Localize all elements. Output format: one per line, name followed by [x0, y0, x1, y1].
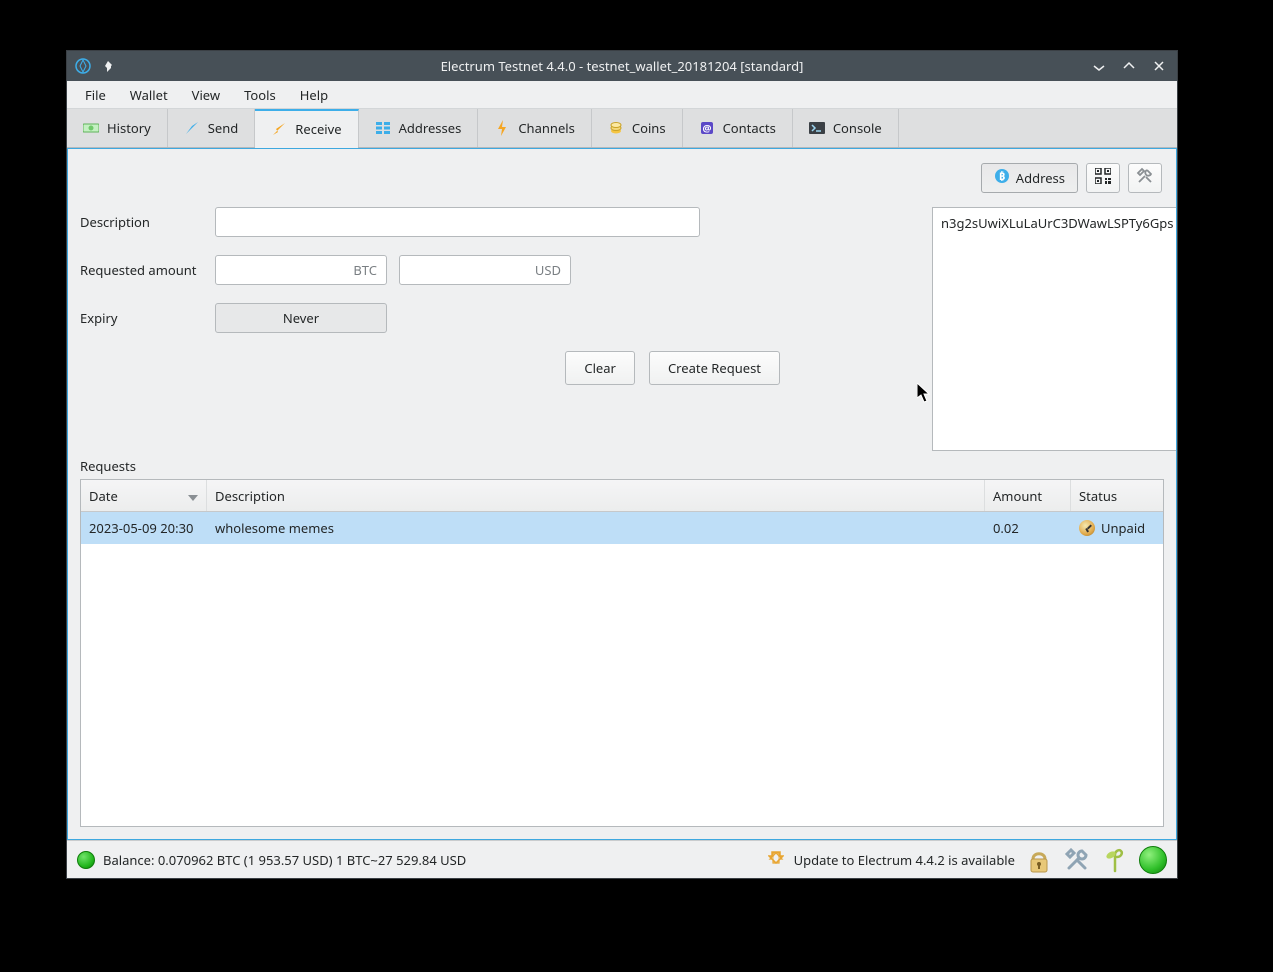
statusbar: Balance: 0.070962 BTC (1 953.57 USD) 1 B…: [67, 840, 1177, 878]
bitcoin-icon: ₿: [994, 168, 1010, 188]
balance-text: Balance: 0.070962 BTC (1 953.57 USD) 1 B…: [103, 851, 466, 869]
update-text[interactable]: Update to Electrum 4.4.2 is available: [794, 851, 1015, 869]
clear-button[interactable]: Clear: [565, 351, 635, 385]
expiry-label: Expiry: [80, 309, 215, 327]
window-title: Electrum Testnet 4.4.0 - testnet_wallet_…: [67, 57, 1177, 75]
tools-icon: [1136, 167, 1154, 189]
requested-amount-label: Requested amount: [80, 261, 215, 279]
maximize-button[interactable]: [1121, 58, 1137, 74]
tab-label: Contacts: [723, 119, 776, 137]
menubar: File Wallet View Tools Help: [67, 81, 1177, 109]
qr-icon: [1095, 168, 1111, 188]
console-icon: [809, 120, 825, 136]
amount-btc-input[interactable]: [215, 255, 387, 285]
app-icon: [75, 58, 91, 74]
description-label: Description: [80, 213, 215, 231]
address-display[interactable]: n3g2sUwiXLuLaUrC3DWawLSPTy6Gps: [932, 207, 1176, 451]
tab-label: Coins: [632, 119, 666, 137]
close-button[interactable]: [1151, 58, 1167, 74]
network-led-icon[interactable]: [1139, 846, 1167, 874]
table-row[interactable]: 2023-05-09 20:30 wholesome memes 0.02 Un…: [81, 512, 1163, 544]
tab-receive[interactable]: Receive: [255, 109, 358, 147]
addresses-icon: [375, 120, 391, 136]
channels-icon: [494, 120, 510, 136]
sort-icon: [188, 487, 198, 505]
amount-usd-input[interactable]: [399, 255, 571, 285]
th-amount[interactable]: Amount: [985, 480, 1071, 511]
expiry-dropdown[interactable]: Never: [215, 303, 387, 333]
menu-file[interactable]: File: [73, 82, 118, 108]
connection-led-icon[interactable]: [77, 851, 95, 869]
contacts-icon: @: [699, 120, 715, 136]
coins-icon: [608, 120, 624, 136]
requests-table: Date Description Amount Status 2023-05-0…: [80, 479, 1164, 827]
th-status[interactable]: Status: [1071, 480, 1163, 511]
pin-icon[interactable]: [101, 58, 117, 74]
uri-tools-button[interactable]: [1128, 163, 1162, 193]
tab-console[interactable]: Console: [793, 109, 899, 147]
menu-view[interactable]: View: [180, 82, 232, 108]
tab-label: Receive: [295, 120, 341, 138]
th-description[interactable]: Description: [207, 480, 985, 511]
th-date[interactable]: Date: [81, 480, 207, 511]
update-icon: [768, 850, 784, 870]
address-toggle-button[interactable]: ₿ Address: [981, 163, 1078, 193]
tab-coins[interactable]: Coins: [592, 109, 683, 147]
menu-tools[interactable]: Tools: [232, 82, 288, 108]
receive-icon: [271, 121, 287, 137]
preferences-icon[interactable]: [1063, 846, 1091, 874]
requests-label: Requests: [80, 457, 136, 475]
tab-channels[interactable]: Channels: [478, 109, 592, 147]
menu-wallet[interactable]: Wallet: [118, 82, 180, 108]
tab-label: Addresses: [399, 119, 462, 137]
minimize-button[interactable]: [1091, 58, 1107, 74]
titlebar: Electrum Testnet 4.4.0 - testnet_wallet_…: [67, 51, 1177, 81]
tab-label: Console: [833, 119, 882, 137]
tab-send[interactable]: Send: [168, 109, 256, 147]
table-header: Date Description Amount Status: [81, 480, 1163, 512]
tab-label: History: [107, 119, 151, 137]
description-input[interactable]: [215, 207, 700, 237]
electrum-window: Electrum Testnet 4.4.0 - testnet_wallet_…: [66, 50, 1178, 879]
tab-label: Send: [208, 119, 239, 137]
address-button-label: Address: [1016, 169, 1065, 187]
svg-text:@: @: [702, 121, 711, 135]
lock-icon[interactable]: [1025, 846, 1053, 874]
tab-contacts[interactable]: @ Contacts: [683, 109, 793, 147]
clock-icon: [1079, 520, 1095, 536]
content-area: ₿ Address Description Requested a: [67, 148, 1177, 840]
tab-label: Channels: [518, 119, 575, 137]
receive-form: Description Requested amount BTC USD Exp…: [68, 149, 778, 385]
tab-history[interactable]: History: [67, 109, 168, 147]
menu-help[interactable]: Help: [288, 82, 340, 108]
seed-icon[interactable]: [1101, 846, 1129, 874]
qr-button[interactable]: [1086, 163, 1120, 193]
history-icon: [83, 120, 99, 136]
send-icon: [184, 120, 200, 136]
svg-text:₿: ₿: [999, 169, 1005, 184]
tabbar: History Send Receive Addresses Channels: [67, 109, 1177, 148]
tab-addresses[interactable]: Addresses: [359, 109, 479, 147]
create-request-button[interactable]: Create Request: [649, 351, 780, 385]
